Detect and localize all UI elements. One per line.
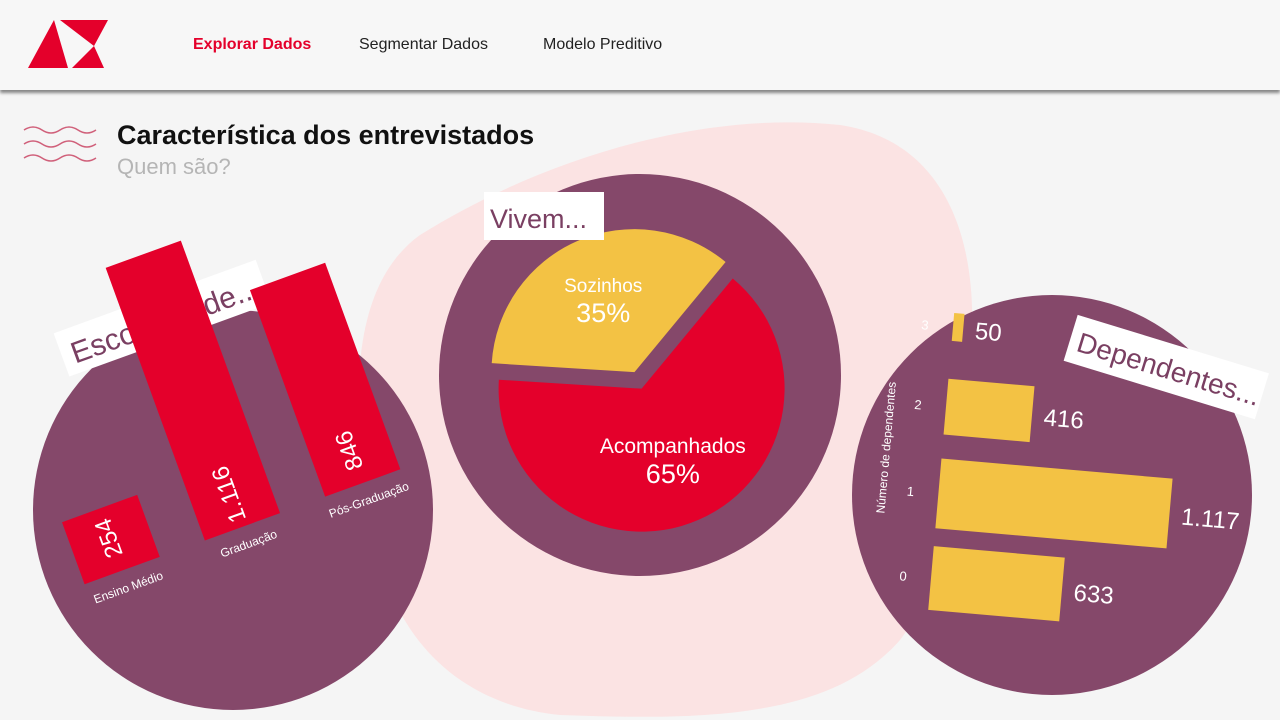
waves-icon: [23, 126, 97, 162]
dependentes-chart: 3 502 41611.1170633 Número de dependentes …: [852, 295, 1269, 695]
dependentes-value-label: 1.117: [1180, 504, 1240, 536]
nav-segmentar-dados[interactable]: Segmentar Dados: [359, 36, 488, 54]
vivem-title: Vivem...: [490, 204, 587, 234]
vivem-value-label: 35%: [576, 298, 630, 328]
dependentes-category-label: 0: [899, 568, 908, 584]
dependentes-value-label: 416: [1043, 404, 1085, 434]
nav-explorar-dados[interactable]: Explorar Dados: [193, 36, 311, 54]
vivem-value-label: 65%: [646, 459, 700, 489]
brand-logo-icon: [28, 20, 108, 68]
escolaridade-chart: Escolaridade... 254Ensino Médio1.116Grad…: [33, 240, 433, 710]
page-subtitle: Quem são?: [117, 154, 231, 179]
dependentes-category-label: 3: [921, 317, 930, 333]
dependentes-category-label: 2: [914, 397, 923, 413]
dependentes-category-label: 1: [906, 484, 915, 500]
dependentes-value-label: 633: [1073, 580, 1115, 610]
vivem-category-label: Sozinhos: [564, 276, 642, 297]
dependentes-bar: [943, 378, 1035, 443]
dependentes-bar: [928, 546, 1065, 622]
nav-modelo-preditivo[interactable]: Modelo Preditivo: [543, 36, 662, 54]
vivem-category-label: Acompanhados: [600, 435, 746, 458]
top-nav-bar: Explorar Dados Segmentar Dados Modelo Pr…: [0, 0, 1280, 90]
page-title: Característica dos entrevistados: [117, 120, 535, 150]
vivem-chart: Sozinhos35% Acompanhados65% Vivem...: [439, 174, 841, 576]
charts-canvas: Escolaridade... 254Ensino Médio1.116Grad…: [33, 122, 1269, 717]
dependentes-value-label: 50: [974, 318, 1003, 347]
